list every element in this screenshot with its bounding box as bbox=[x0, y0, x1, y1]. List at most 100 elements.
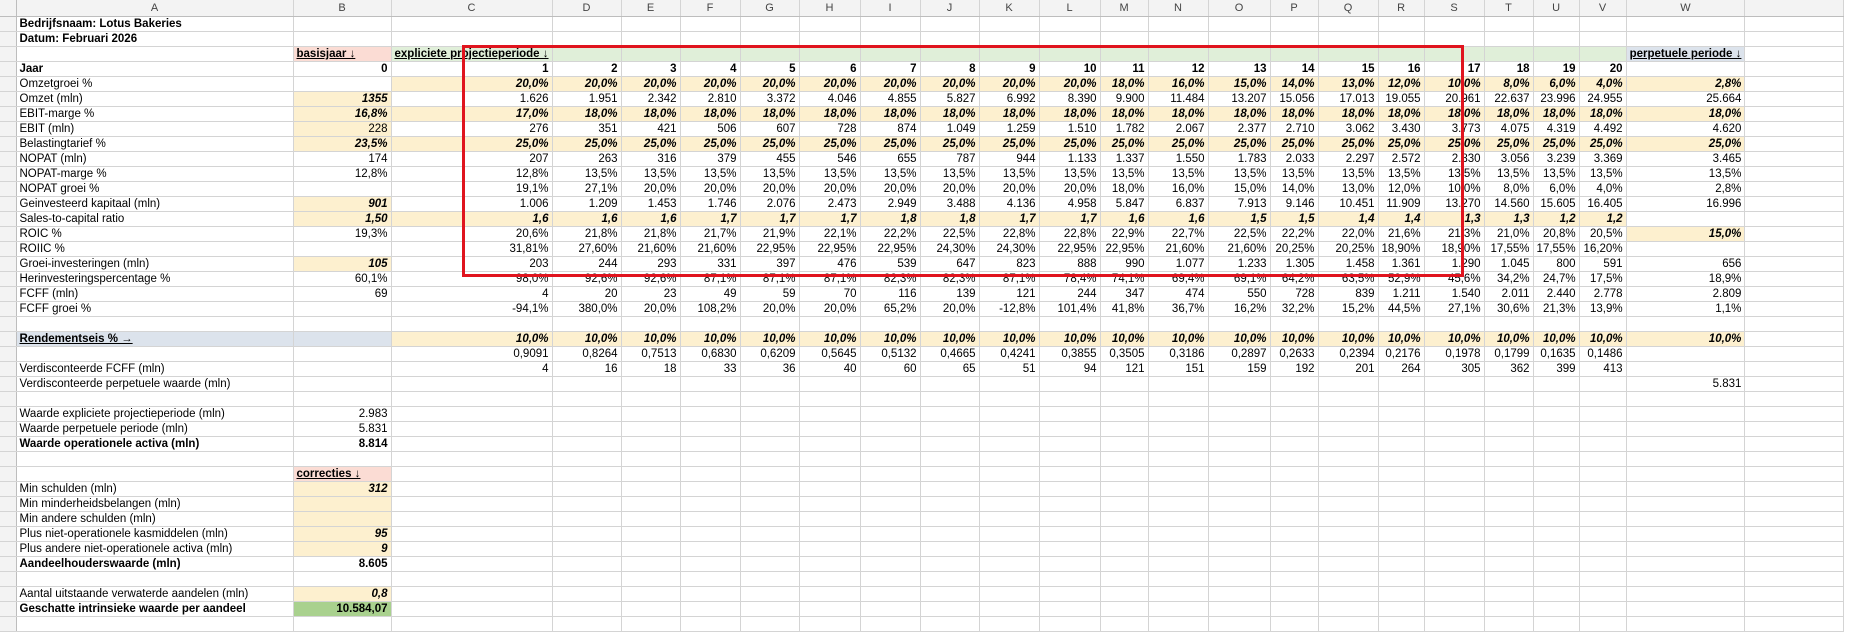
cell-s11[interactable]: 13,5% bbox=[1424, 166, 1485, 182]
cell-f40[interactable] bbox=[680, 601, 741, 617]
cell-n31[interactable] bbox=[1148, 466, 1209, 482]
row-header-19[interactable] bbox=[0, 286, 17, 302]
cell-i39[interactable] bbox=[860, 586, 921, 602]
cell-w23[interactable] bbox=[1626, 346, 1746, 362]
cell-s10[interactable]: 2.830 bbox=[1424, 151, 1485, 167]
cell-u17[interactable]: 800 bbox=[1533, 256, 1580, 272]
cell-c35[interactable] bbox=[391, 526, 553, 542]
cell-e35[interactable] bbox=[621, 526, 681, 542]
cell-c32[interactable] bbox=[391, 481, 553, 497]
cell-t25[interactable] bbox=[1484, 376, 1534, 392]
cell-o33[interactable] bbox=[1208, 496, 1271, 512]
cell-t17[interactable]: 1.045 bbox=[1484, 256, 1534, 272]
cell-x9[interactable] bbox=[1744, 136, 1845, 152]
cell-a21[interactable] bbox=[16, 316, 294, 332]
cell-s5[interactable]: 10,0% bbox=[1424, 76, 1485, 92]
cell-l32[interactable] bbox=[1039, 481, 1101, 497]
cell-o17[interactable]: 1.233 bbox=[1208, 256, 1271, 272]
cell-d5[interactable]: 20,0% bbox=[552, 76, 622, 92]
cell-r12[interactable]: 12,0% bbox=[1378, 181, 1425, 197]
cell-m8[interactable]: 1.782 bbox=[1100, 121, 1149, 137]
cell-u21[interactable] bbox=[1533, 316, 1580, 332]
cell-t22[interactable]: 10,0% bbox=[1484, 331, 1534, 347]
cell-j3[interactable] bbox=[920, 46, 980, 62]
cell-r38[interactable] bbox=[1378, 571, 1425, 587]
cell-w17[interactable]: 656 bbox=[1626, 256, 1746, 272]
cell-f15[interactable]: 21,7% bbox=[680, 226, 741, 242]
cell-e24[interactable]: 18 bbox=[621, 361, 681, 377]
cell-m14[interactable]: 1,6 bbox=[1100, 211, 1149, 227]
cell-d30[interactable] bbox=[552, 451, 622, 467]
cell-t8[interactable]: 4.075 bbox=[1484, 121, 1534, 137]
cell-r27[interactable] bbox=[1378, 406, 1425, 422]
cell-o14[interactable]: 1,5 bbox=[1208, 211, 1271, 227]
row-header-4[interactable] bbox=[0, 61, 17, 77]
cell-t26[interactable] bbox=[1484, 391, 1534, 407]
cell-h23[interactable]: 0,5645 bbox=[799, 346, 861, 362]
cell-n20[interactable]: 36,7% bbox=[1148, 301, 1209, 317]
cell-u9[interactable]: 25,0% bbox=[1533, 136, 1580, 152]
column-header-r[interactable]: R bbox=[1378, 0, 1425, 17]
cell-c2[interactable] bbox=[391, 31, 553, 47]
cell-t10[interactable]: 3.056 bbox=[1484, 151, 1534, 167]
cell-d13[interactable]: 1.209 bbox=[552, 196, 622, 212]
column-header-m[interactable]: M bbox=[1100, 0, 1149, 17]
cell-k1[interactable] bbox=[979, 16, 1040, 32]
cell-q38[interactable] bbox=[1318, 571, 1379, 587]
cell-g37[interactable] bbox=[740, 556, 800, 572]
cell-f30[interactable] bbox=[680, 451, 741, 467]
cell-w11[interactable]: 13,5% bbox=[1626, 166, 1746, 182]
cell-v19[interactable]: 2.778 bbox=[1579, 286, 1627, 302]
cell-f2[interactable] bbox=[680, 31, 741, 47]
cell-b36[interactable]: 9 bbox=[293, 541, 392, 557]
row-header-16[interactable] bbox=[0, 241, 17, 257]
cell-m15[interactable]: 22,9% bbox=[1100, 226, 1149, 242]
cell-u19[interactable]: 2.440 bbox=[1533, 286, 1580, 302]
cell-l36[interactable] bbox=[1039, 541, 1101, 557]
cell-g23[interactable]: 0,6209 bbox=[740, 346, 800, 362]
cell-o2[interactable] bbox=[1208, 31, 1271, 47]
cell-w24[interactable] bbox=[1626, 361, 1746, 377]
cell-u23[interactable]: 0,1635 bbox=[1533, 346, 1580, 362]
cell-q11[interactable]: 13,5% bbox=[1318, 166, 1379, 182]
cell-d34[interactable] bbox=[552, 511, 622, 527]
cell-w26[interactable] bbox=[1626, 391, 1746, 407]
cell-s7[interactable]: 18,0% bbox=[1424, 106, 1485, 122]
cell-o36[interactable] bbox=[1208, 541, 1271, 557]
cell-w9[interactable]: 25,0% bbox=[1626, 136, 1746, 152]
cell-n37[interactable] bbox=[1148, 556, 1209, 572]
cell-e18[interactable]: 92,6% bbox=[621, 271, 681, 287]
cell-q20[interactable]: 15,2% bbox=[1318, 301, 1379, 317]
cell-q12[interactable]: 13,0% bbox=[1318, 181, 1379, 197]
column-header-s[interactable]: S bbox=[1424, 0, 1485, 17]
cell-d21[interactable] bbox=[552, 316, 622, 332]
cell-h33[interactable] bbox=[799, 496, 861, 512]
row-header-28[interactable] bbox=[0, 421, 17, 437]
cell-o9[interactable]: 25,0% bbox=[1208, 136, 1271, 152]
cell-j23[interactable]: 0,4665 bbox=[920, 346, 980, 362]
cell-s38[interactable] bbox=[1424, 571, 1485, 587]
cell-s21[interactable] bbox=[1424, 316, 1485, 332]
cell-l26[interactable] bbox=[1039, 391, 1101, 407]
year-10[interactable]: 10 bbox=[1039, 61, 1101, 77]
cell-t39[interactable] bbox=[1484, 586, 1534, 602]
year-18[interactable]: 18 bbox=[1484, 61, 1534, 77]
cell-t28[interactable] bbox=[1484, 421, 1534, 437]
row-label[interactable]: Aantal uitstaande verwaterde aandelen (m… bbox=[16, 586, 294, 602]
cell-c37[interactable] bbox=[391, 556, 553, 572]
cell-s25[interactable] bbox=[1424, 376, 1485, 392]
cell-e14[interactable]: 1,6 bbox=[621, 211, 681, 227]
cell-j19[interactable]: 139 bbox=[920, 286, 980, 302]
cell-i36[interactable] bbox=[860, 541, 921, 557]
cell-t21[interactable] bbox=[1484, 316, 1534, 332]
cell-n5[interactable]: 16,0% bbox=[1148, 76, 1209, 92]
cell-s3[interactable] bbox=[1424, 46, 1485, 62]
cell-k29[interactable] bbox=[979, 436, 1040, 452]
row-label[interactable]: ROIC % bbox=[16, 226, 294, 242]
cell-u12[interactable]: 6,0% bbox=[1533, 181, 1580, 197]
cell-x29[interactable] bbox=[1744, 436, 1845, 452]
cell-d17[interactable]: 244 bbox=[552, 256, 622, 272]
cell-q14[interactable]: 1,4 bbox=[1318, 211, 1379, 227]
cell-u30[interactable] bbox=[1533, 451, 1580, 467]
cell-l13[interactable]: 4.958 bbox=[1039, 196, 1101, 212]
